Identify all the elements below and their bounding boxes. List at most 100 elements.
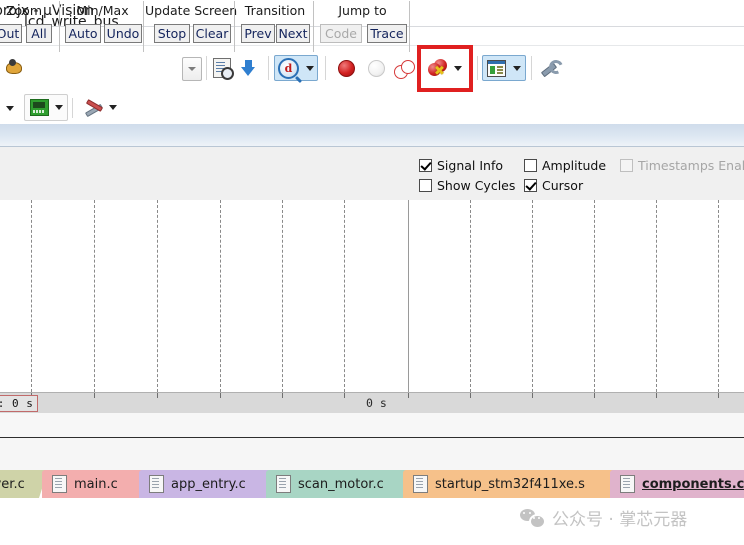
gridline (220, 200, 221, 392)
minmax-auto-button[interactable]: Auto (65, 24, 101, 43)
document-search-icon (213, 58, 234, 80)
view-trace-records-button[interactable] (210, 55, 234, 81)
chevron-down-icon[interactable] (306, 65, 314, 71)
zoom-all-button[interactable]: All (26, 24, 52, 43)
chevron-down-icon[interactable] (54, 105, 63, 110)
file-icon (149, 475, 164, 493)
show-cycles-label: Show Cycles (437, 178, 516, 193)
jump-to-group: Jump to Code Trace (315, 1, 410, 52)
file-tab-startup-stm32f411xe-s[interactable]: startup_stm32f411xe.s (403, 470, 623, 498)
transition-group-title: Transition (244, 3, 306, 18)
file-icon (276, 475, 291, 493)
magnifier-d-icon: d (278, 57, 299, 79)
time-ruler[interactable]: 0 s, d: 0 s 0 s (0, 392, 744, 414)
file-tab-components-c[interactable]: components.c (610, 470, 744, 498)
update-screen-stop-button[interactable]: Stop (154, 24, 190, 43)
file-icon (413, 475, 428, 493)
file-tab-label: iver.c (1, 476, 25, 492)
update-screen-group-title: Update Screen (145, 3, 238, 18)
debug-find-button[interactable]: d (274, 55, 318, 81)
transition-next-button[interactable]: Next (276, 24, 310, 43)
chevron-down-icon (6, 105, 14, 111)
transition-prev-button[interactable]: Prev (241, 24, 275, 43)
update-screen-clear-button[interactable]: Clear (193, 24, 231, 43)
kill-all-breakpoints-button[interactable]: ✖ (423, 55, 467, 81)
chevron-down-icon (188, 67, 196, 71)
origin-time-label: 0 s (366, 396, 387, 410)
toolbar-separator (531, 56, 532, 80)
gridline (470, 200, 471, 392)
editor-blank-area (0, 438, 744, 470)
amplitude-label: Amplitude (542, 158, 607, 173)
gridline (532, 200, 533, 392)
toolbar-separator (72, 98, 73, 118)
tools-button[interactable] (78, 94, 122, 121)
wechat-icon (520, 509, 546, 529)
uvision-window: projx - µVision lcd_write_bus d ✖ Zoom O… (0, 0, 744, 545)
zoom-out-button[interactable]: Out (0, 24, 22, 43)
enable-disable-breakpoint-button[interactable] (364, 55, 388, 81)
toolbar-separator (268, 56, 269, 80)
minmax-undo-button[interactable]: Undo (104, 24, 142, 43)
file-tab-app-entry-c[interactable]: app_entry.c (139, 470, 279, 498)
debug-windows-button[interactable] (482, 55, 526, 81)
chevron-down-icon[interactable] (108, 105, 117, 110)
breakpoints-outline-pair-icon (394, 59, 415, 79)
logic-analyzer-plot[interactable] (0, 200, 744, 392)
disable-all-breakpoints-button[interactable] (392, 55, 416, 81)
cursor-checkbox[interactable]: Cursor (524, 178, 583, 193)
breakpoints-kill-icon: ✖ (428, 59, 449, 78)
breakpoint-hollow-icon (367, 59, 385, 77)
checkbox-box (419, 159, 432, 172)
minmax-group-title: Min/Max (76, 3, 129, 18)
jump-to-trace-button[interactable]: Trace (367, 24, 407, 43)
toolbar-separator (477, 56, 478, 80)
cursor-time-label: 0 s, d: 0 s (0, 395, 39, 412)
file-tab-label: main.c (74, 476, 118, 492)
function-combo-dropdown[interactable] (182, 57, 202, 81)
gridline (94, 200, 95, 392)
cursor-label: Cursor (542, 178, 584, 193)
gridline (718, 200, 719, 392)
timestamps-enabled-label: Timestamps Enab (638, 158, 744, 173)
amplitude-checkbox[interactable]: Amplitude (524, 158, 606, 173)
toolbar-separator (325, 56, 326, 80)
wrench-icon (539, 58, 565, 78)
file-tab-main-c[interactable]: main.c (42, 470, 152, 498)
file-tab-driver-c[interactable]: iver.c (0, 470, 48, 498)
checkbox-box (524, 179, 537, 192)
watermark-text: 公众号 · 掌芯元器 (552, 510, 688, 530)
chevron-down-icon[interactable] (454, 65, 462, 71)
file-tab-scan-motor-c[interactable]: scan_motor.c (266, 470, 416, 498)
toolbar2-first-dropdown[interactable] (2, 96, 18, 120)
green-chip-icon (29, 99, 49, 116)
file-tab-strip: iver.c main.c app_entry.c scan_motor.c s… (0, 470, 744, 500)
gridline (282, 200, 283, 392)
signal-info-checkbox[interactable]: Signal Info (419, 158, 503, 173)
breakpoint-red-dot-icon (337, 59, 355, 77)
blue-down-arrow-icon (241, 67, 255, 76)
cursor-line[interactable] (408, 200, 409, 392)
gridline (31, 200, 32, 392)
timestamps-enabled-checkbox: Timestamps Enab (620, 158, 744, 173)
file-icon (620, 475, 635, 493)
checkbox-box (419, 179, 432, 192)
insert-remove-breakpoint-button[interactable] (334, 55, 358, 81)
hammer-wrench-icon (84, 99, 103, 118)
analysis-windows-button[interactable] (238, 55, 262, 81)
window-panel-icon (487, 59, 506, 77)
zoom-group: Zoom Out All (0, 1, 60, 52)
file-tab-label: components.c (642, 476, 744, 492)
function-scope-icon (4, 45, 26, 92)
gridline (157, 200, 158, 392)
checkbox-box (620, 159, 633, 172)
watermark: 公众号 · 掌芯元器 (520, 505, 687, 530)
configuration-wizard-button[interactable] (535, 55, 565, 81)
jump-to-code-button: Code (320, 24, 362, 43)
chevron-down-icon[interactable] (513, 65, 521, 71)
show-cycles-checkbox[interactable]: Show Cycles (419, 178, 515, 193)
file-icon (52, 475, 67, 493)
minmax-group: Min/Max Auto Undo (61, 1, 144, 52)
memory-map-button[interactable] (24, 94, 68, 121)
ruler-underarea (0, 413, 744, 437)
